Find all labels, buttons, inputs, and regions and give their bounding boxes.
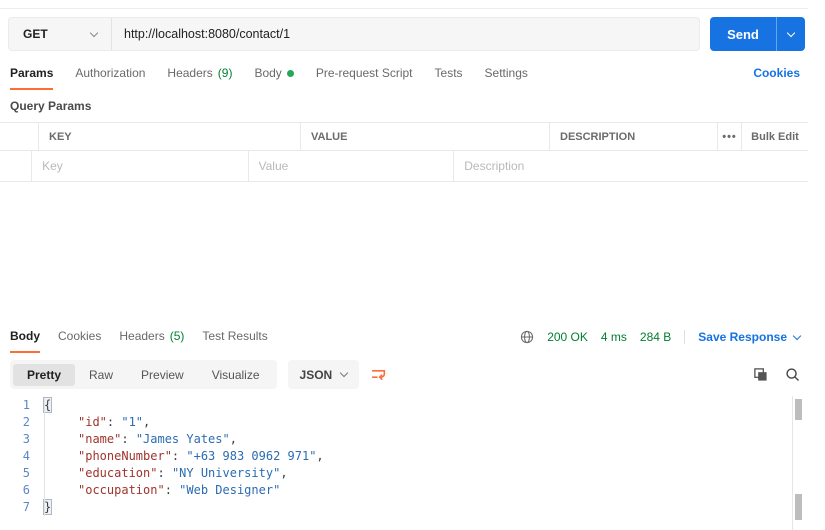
line-number: 4 [22,449,30,463]
query-params-table: KEY VALUE DESCRIPTION ••• Bulk Edit [0,122,808,182]
column-header-value: VALUE [300,123,549,150]
response-headers-label: Headers [119,329,165,343]
code-line: 5 "education": "NY University", [0,465,792,482]
code-line: 4 "phoneNumber": "+63 983 0962 971", [0,448,792,465]
response-tab-body[interactable]: Body [10,329,40,353]
response-status: 200 OK [547,330,588,344]
url-input[interactable] [112,18,699,50]
scrollbar-track [792,396,793,530]
response-header: Body Cookies Headers (5) Test Results 20… [10,329,802,353]
scrollbar-thumb[interactable] [795,399,802,420]
cookies-link[interactable]: Cookies [753,66,800,80]
line-number: 7 [22,500,30,514]
send-button[interactable]: Send [710,17,776,51]
line-number: 6 [22,483,30,497]
chevron-down-icon [786,28,796,37]
method-select[interactable]: GET [9,18,112,50]
table-row [0,150,808,182]
divider [684,330,686,344]
param-description-input[interactable] [464,159,808,173]
column-header-description: DESCRIPTION [549,123,717,150]
code-line: 3 "name": "James Yates", [0,431,792,448]
open-brace: { [42,397,53,413]
tab-params[interactable]: Params [10,66,54,90]
format-select-value: JSON [299,367,333,382]
code-line: 7 } [0,499,792,516]
response-meta: 200 OK 4 ms 284 B Save Response [520,329,802,344]
chevron-down-icon [792,331,802,340]
response-tab-test-results[interactable]: Test Results [202,329,267,353]
scrollbar-thumb[interactable] [795,494,802,520]
view-mode-switcher: Pretty Raw Preview Visualize [10,360,277,389]
query-params-label: Query Params [10,99,92,113]
copy-icon[interactable] [753,367,768,382]
view-raw[interactable]: Raw [75,364,127,386]
tab-settings[interactable]: Settings [485,66,528,90]
tab-pre-request-script[interactable]: Pre-request Script [316,66,413,90]
send-options-button[interactable] [776,17,805,51]
chevron-down-icon [89,28,99,37]
tab-body-label: Body [254,66,282,80]
globe-icon[interactable] [520,330,534,344]
top-divider [0,8,808,9]
line-number: 2 [22,415,30,429]
tab-headers-label: Headers [167,66,213,80]
response-format-bar: Pretty Raw Preview Visualize JSON [10,360,800,389]
response-time: 4 ms [600,330,627,344]
row-gutter [0,123,38,150]
tab-headers[interactable]: Headers (9) [167,66,232,90]
postman-request-view: GET Send Params Authorization Headers (9… [0,0,825,530]
response-body-code: 1 { 2 "id": "1", 3 "name": "James Yates"… [0,397,792,516]
code-line: 6 "occupation": "Web Designer" [0,482,792,499]
body-modified-dot [286,69,294,77]
code-line: 2 "id": "1", [0,414,792,431]
tab-tests[interactable]: Tests [435,66,463,90]
gutter-divider [44,399,45,516]
param-key-input[interactable] [42,159,248,173]
headers-count-badge: (9) [217,66,233,80]
format-select[interactable]: JSON [287,360,360,389]
save-response-button[interactable]: Save Response [698,330,802,344]
line-number: 1 [22,398,30,412]
tab-authorization[interactable]: Authorization [75,66,145,90]
response-size: 284 B [639,330,672,344]
method-label: GET [23,27,48,41]
response-actions [753,367,800,382]
search-icon[interactable] [785,367,800,382]
view-visualize[interactable]: Visualize [198,364,274,386]
code-line: 1 { [0,397,792,414]
request-tabs: Params Authorization Headers (9) Body Pr… [10,66,800,90]
line-number: 3 [22,432,30,446]
response-tab-cookies[interactable]: Cookies [58,329,101,353]
table-header-row: KEY VALUE DESCRIPTION ••• Bulk Edit [0,122,808,150]
view-preview[interactable]: Preview [127,364,198,386]
bulk-edit-button[interactable]: Bulk Edit [741,123,808,150]
url-builder: GET [8,17,700,51]
column-header-key: KEY [38,123,300,150]
chevron-down-icon [339,368,349,378]
wrap-lines-icon[interactable] [370,366,387,383]
view-pretty[interactable]: Pretty [13,363,76,386]
response-tab-headers[interactable]: Headers (5) [119,329,184,353]
more-options-icon[interactable]: ••• [717,123,741,150]
tab-body[interactable]: Body [254,66,294,90]
row-gutter [0,151,31,181]
send-button-group: Send [710,17,805,51]
close-brace: } [42,499,53,515]
response-headers-count-badge: (5) [169,329,185,343]
line-number: 5 [22,466,30,480]
param-value-input[interactable] [258,159,454,173]
